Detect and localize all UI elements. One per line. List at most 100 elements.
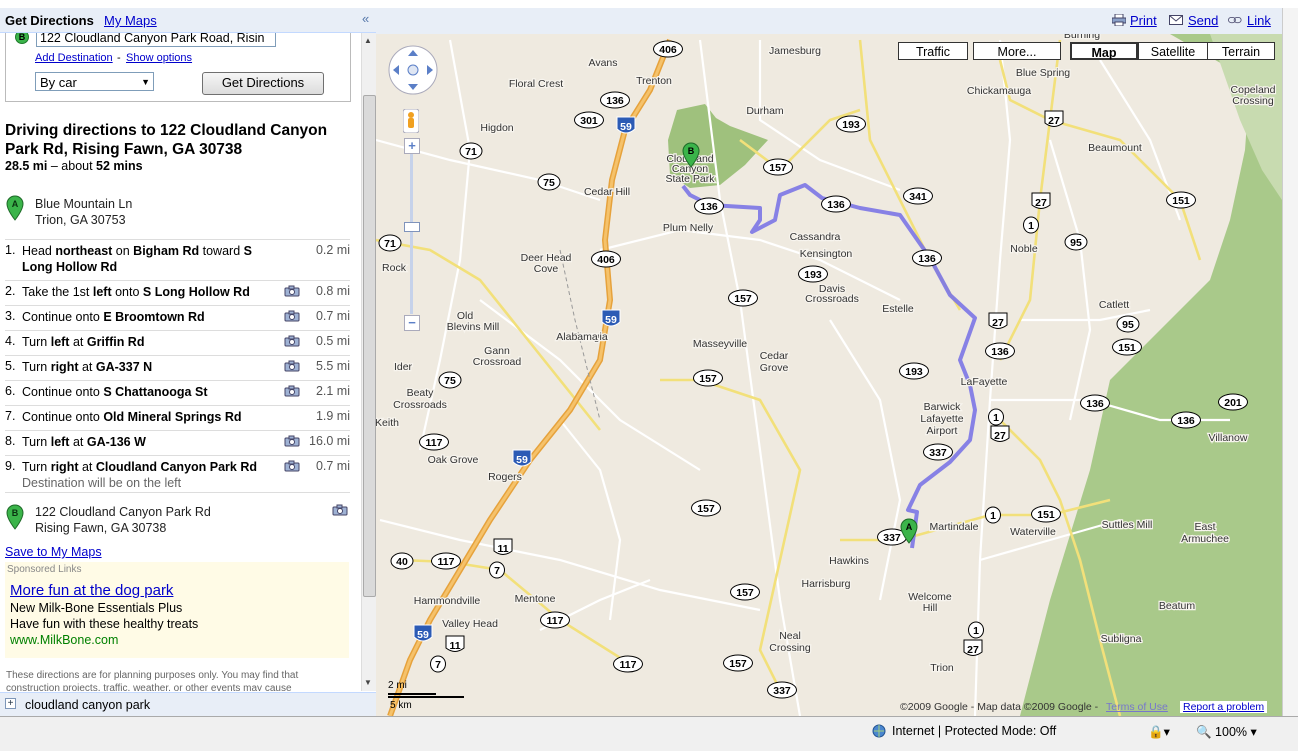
- place-label: Villanow: [1209, 432, 1248, 444]
- panel-scrollbar[interactable]: ▲ ▼: [361, 33, 376, 691]
- zoom-out-button[interactable]: −: [404, 315, 420, 331]
- camera-icon[interactable]: [284, 360, 300, 372]
- scroll-down-icon[interactable]: ▼: [364, 678, 372, 687]
- ad-headline-link[interactable]: More fun at the dog park: [10, 582, 173, 599]
- camera-icon[interactable]: [284, 385, 300, 397]
- road-shield-icon: 157: [693, 369, 723, 387]
- camera-icon[interactable]: [284, 460, 300, 472]
- step-instruction: Continue onto Old Mineral Springs Rd: [22, 410, 242, 424]
- destination-input[interactable]: 122 Cloudland Canyon Park Road, Risin: [36, 33, 276, 47]
- road-shield-icon: 71: [378, 234, 402, 252]
- map-type-terrain[interactable]: Terrain: [1207, 42, 1275, 60]
- place-label: Cedar: [760, 350, 789, 362]
- road-shield-number: 337: [883, 532, 901, 544]
- get-directions-button[interactable]: Get Directions: [202, 72, 324, 95]
- road-shield-number: 27: [1035, 197, 1047, 209]
- step-divider: [5, 305, 350, 306]
- road-shield-number: 59: [417, 629, 429, 641]
- start-address-line1: Blue Mountain Ln: [35, 197, 133, 211]
- tab-my-maps[interactable]: My Maps: [104, 13, 157, 28]
- place-label: Suttles Mill: [1102, 519, 1153, 531]
- place-label: Catlett: [1099, 299, 1129, 311]
- travel-mode-select[interactable]: By car ▼: [35, 72, 154, 91]
- add-destination-link[interactable]: Add Destination: [35, 52, 113, 64]
- tab-get-directions[interactable]: Get Directions: [5, 13, 94, 28]
- road-shield-icon: 117: [431, 552, 461, 570]
- report-problem-link[interactable]: Report a problem: [1180, 701, 1268, 713]
- ad-text-line2: Have fun with these healthy treats: [10, 617, 199, 631]
- map-scale: 2 mi 5 km: [388, 678, 468, 714]
- panel-tabs: Get Directions My Maps «: [0, 8, 376, 33]
- road-shield-icon: 157: [730, 583, 760, 601]
- printer-icon[interactable]: [1112, 14, 1126, 26]
- chain-link-icon[interactable]: [1228, 14, 1242, 26]
- send-link[interactable]: Send: [1188, 13, 1218, 28]
- start-pin-letter: A: [12, 199, 19, 209]
- place-label: Cassandra: [790, 231, 841, 243]
- place-label: Harrisburg: [801, 578, 850, 590]
- zoom-in-button[interactable]: +: [404, 138, 420, 154]
- step-number: 4.: [5, 334, 16, 348]
- scroll-up-icon[interactable]: ▲: [364, 36, 372, 45]
- save-to-my-maps-link[interactable]: Save to My Maps: [5, 545, 102, 559]
- print-link[interactable]: Print: [1130, 13, 1157, 28]
- terms-of-use-link[interactable]: Terms of Use: [1106, 701, 1168, 713]
- search-query[interactable]: cloudland canyon park: [25, 698, 150, 712]
- zoom-handle[interactable]: [404, 222, 420, 232]
- step-number: 1.: [5, 243, 16, 257]
- scale-bar-mi: [388, 693, 436, 695]
- place-label: Trenton: [636, 75, 672, 87]
- road-shield-number: 40: [396, 556, 408, 568]
- place-label: Trion: [930, 662, 954, 674]
- road-shield-icon: 117: [419, 433, 449, 451]
- traffic-button[interactable]: Traffic: [898, 42, 968, 60]
- pan-control[interactable]: [387, 44, 439, 96]
- road-shield-icon: 301: [574, 111, 604, 129]
- show-options-link[interactable]: Show options: [126, 52, 192, 64]
- place-label: Waterville: [1010, 526, 1056, 538]
- road-shield-icon: 75: [438, 371, 462, 389]
- ad-url[interactable]: www.MilkBone.com: [10, 633, 118, 647]
- step-instruction: Continue onto S Chattanooga St: [22, 385, 208, 399]
- expand-plus-icon[interactable]: +: [5, 698, 16, 709]
- more-button[interactable]: More...: [973, 42, 1061, 60]
- map-start-marker-letter: A: [906, 522, 913, 532]
- road-shield-icon: 151: [1031, 505, 1061, 523]
- map-type-satellite[interactable]: Satellite: [1138, 42, 1208, 60]
- road-shield-icon: 193: [836, 115, 866, 133]
- road-shield-number: 27: [967, 644, 979, 656]
- camera-icon[interactable]: [284, 335, 300, 347]
- place-label: Hill: [923, 602, 938, 614]
- hand-icon[interactable]: [407, 64, 419, 76]
- step-distance: 0.5 mi: [315, 334, 350, 348]
- protected-mode-icon[interactable]: 🔒▾: [1148, 724, 1170, 740]
- zoom-control[interactable]: + −: [404, 138, 420, 334]
- map-canvas[interactable]: 406 136 301 59 71 75 193 157 136 136 341 71 406 193 13…: [376, 34, 1282, 716]
- sponsored-links: Sponsored Links More fun at the dog park…: [5, 562, 349, 658]
- camera-icon[interactable]: [284, 310, 300, 322]
- scrollbar-thumb[interactable]: [363, 95, 376, 597]
- interstate-59-road-inner: [388, 39, 672, 716]
- map-type-map[interactable]: Map: [1070, 42, 1138, 60]
- road-shield-icon: 7: [430, 655, 446, 673]
- zoom-level[interactable]: 🔍 100% ▾: [1196, 724, 1257, 740]
- street-view-pegman-icon[interactable]: [403, 109, 419, 133]
- envelope-icon[interactable]: [1169, 14, 1183, 26]
- place-label: Crossing: [769, 642, 811, 654]
- place-label: State Park: [665, 173, 715, 185]
- road-shield-number: 201: [1224, 397, 1242, 409]
- camera-icon[interactable]: [284, 285, 300, 297]
- camera-icon[interactable]: [284, 435, 300, 447]
- camera-icon[interactable]: [332, 504, 348, 516]
- road-shield-number: 151: [1037, 509, 1055, 521]
- window-scrollbar[interactable]: [1282, 8, 1298, 716]
- step-divider: [5, 492, 350, 493]
- place-label: Noble: [1010, 243, 1038, 255]
- collapse-panel-button[interactable]: «: [362, 11, 369, 26]
- zoom-track[interactable]: [410, 154, 413, 314]
- road-shield-number: 59: [516, 454, 528, 466]
- link-link[interactable]: Link: [1247, 13, 1271, 28]
- road-shield-icon: 337: [923, 443, 953, 461]
- search-bar: + cloudland canyon park: [0, 692, 376, 717]
- road-shield-number: 27: [1048, 115, 1060, 127]
